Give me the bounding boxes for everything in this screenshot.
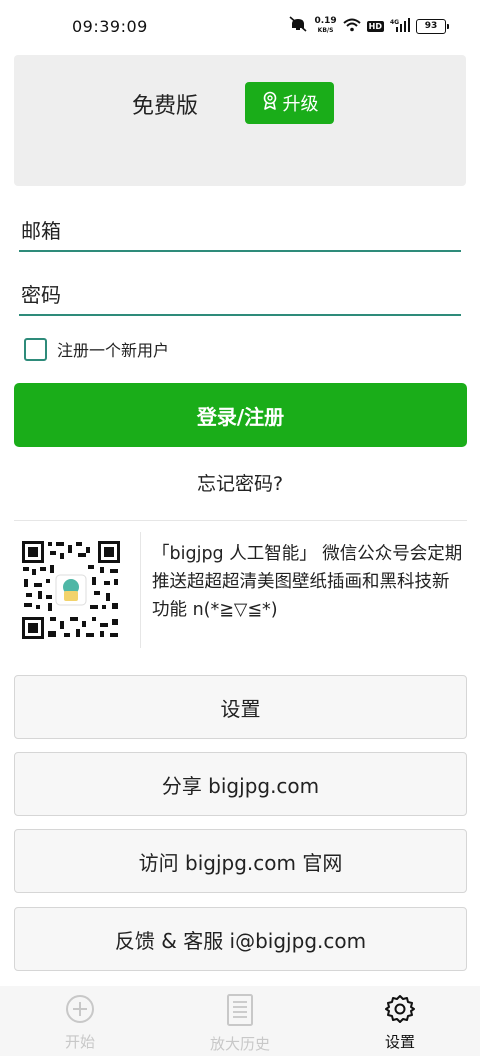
wechat-promo-text: 「bigjpg 人工智能」 微信公众号会定期推送超超超清美图壁纸插画和黑科技新功… <box>152 544 463 620</box>
status-time: 09:39:09 <box>72 17 148 36</box>
register-label: 注册一个新用户 <box>57 341 170 360</box>
divider-vertical <box>140 532 141 648</box>
wechat-qr-code <box>20 539 122 641</box>
nav-settings[interactable]: 设置 <box>320 986 480 1056</box>
password-field[interactable] <box>19 276 461 314</box>
register-checkbox[interactable] <box>24 337 47 361</box>
network-speed-unit: KB/S <box>317 27 334 34</box>
plus-circle-icon <box>65 994 95 1028</box>
login-register-button[interactable]: 登录/注册 <box>14 383 467 447</box>
network-speed-value: 0.19 <box>314 16 337 26</box>
signal-icon: 4G <box>390 17 410 36</box>
bottom-nav: 开始 放大历史 设置 <box>0 986 480 1056</box>
battery-indicator: 93 <box>416 18 449 34</box>
divider <box>14 520 467 521</box>
email-field-wrapper <box>19 212 461 252</box>
nav-settings-label: 设置 <box>384 1033 415 1051</box>
wifi-icon <box>342 17 361 36</box>
forgot-password-link[interactable]: 忘记密码? <box>0 469 480 496</box>
nav-start-label: 开始 <box>64 1033 95 1051</box>
share-button[interactable]: 分享 bigjpg.com <box>14 752 467 816</box>
hd-badge: HD <box>366 20 384 32</box>
badge-icon <box>261 91 279 116</box>
nav-history[interactable]: 放大历史 <box>160 986 320 1056</box>
password-field-wrapper <box>19 276 461 316</box>
register-checkbox-row[interactable]: 注册一个新用户 <box>24 337 169 361</box>
visit-website-button[interactable]: 访问 bigjpg.com 官网 <box>14 829 467 893</box>
status-icons: 0.19 KB/S HD 4G 93 <box>288 16 449 36</box>
upgrade-label: 升级 <box>282 94 319 115</box>
plan-card <box>14 55 466 186</box>
nav-history-label: 放大历史 <box>209 1035 270 1053</box>
status-bar: 09:39:09 0.19 KB/S HD 4G 93 <box>0 0 480 54</box>
svg-text:4G: 4G <box>390 19 399 26</box>
upgrade-button[interactable]: 升级 <box>245 82 334 124</box>
mute-icon <box>288 16 308 36</box>
feedback-button[interactable]: 反馈 & 客服 i@bigjpg.com <box>14 907 467 971</box>
settings-button[interactable]: 设置 <box>14 675 467 739</box>
nav-start[interactable]: 开始 <box>0 986 160 1056</box>
document-list-icon <box>225 994 255 1030</box>
gear-icon <box>385 994 415 1028</box>
network-speed: 0.19 KB/S <box>314 17 336 35</box>
email-field[interactable] <box>19 212 461 250</box>
plan-label: 免费版 <box>132 94 199 119</box>
